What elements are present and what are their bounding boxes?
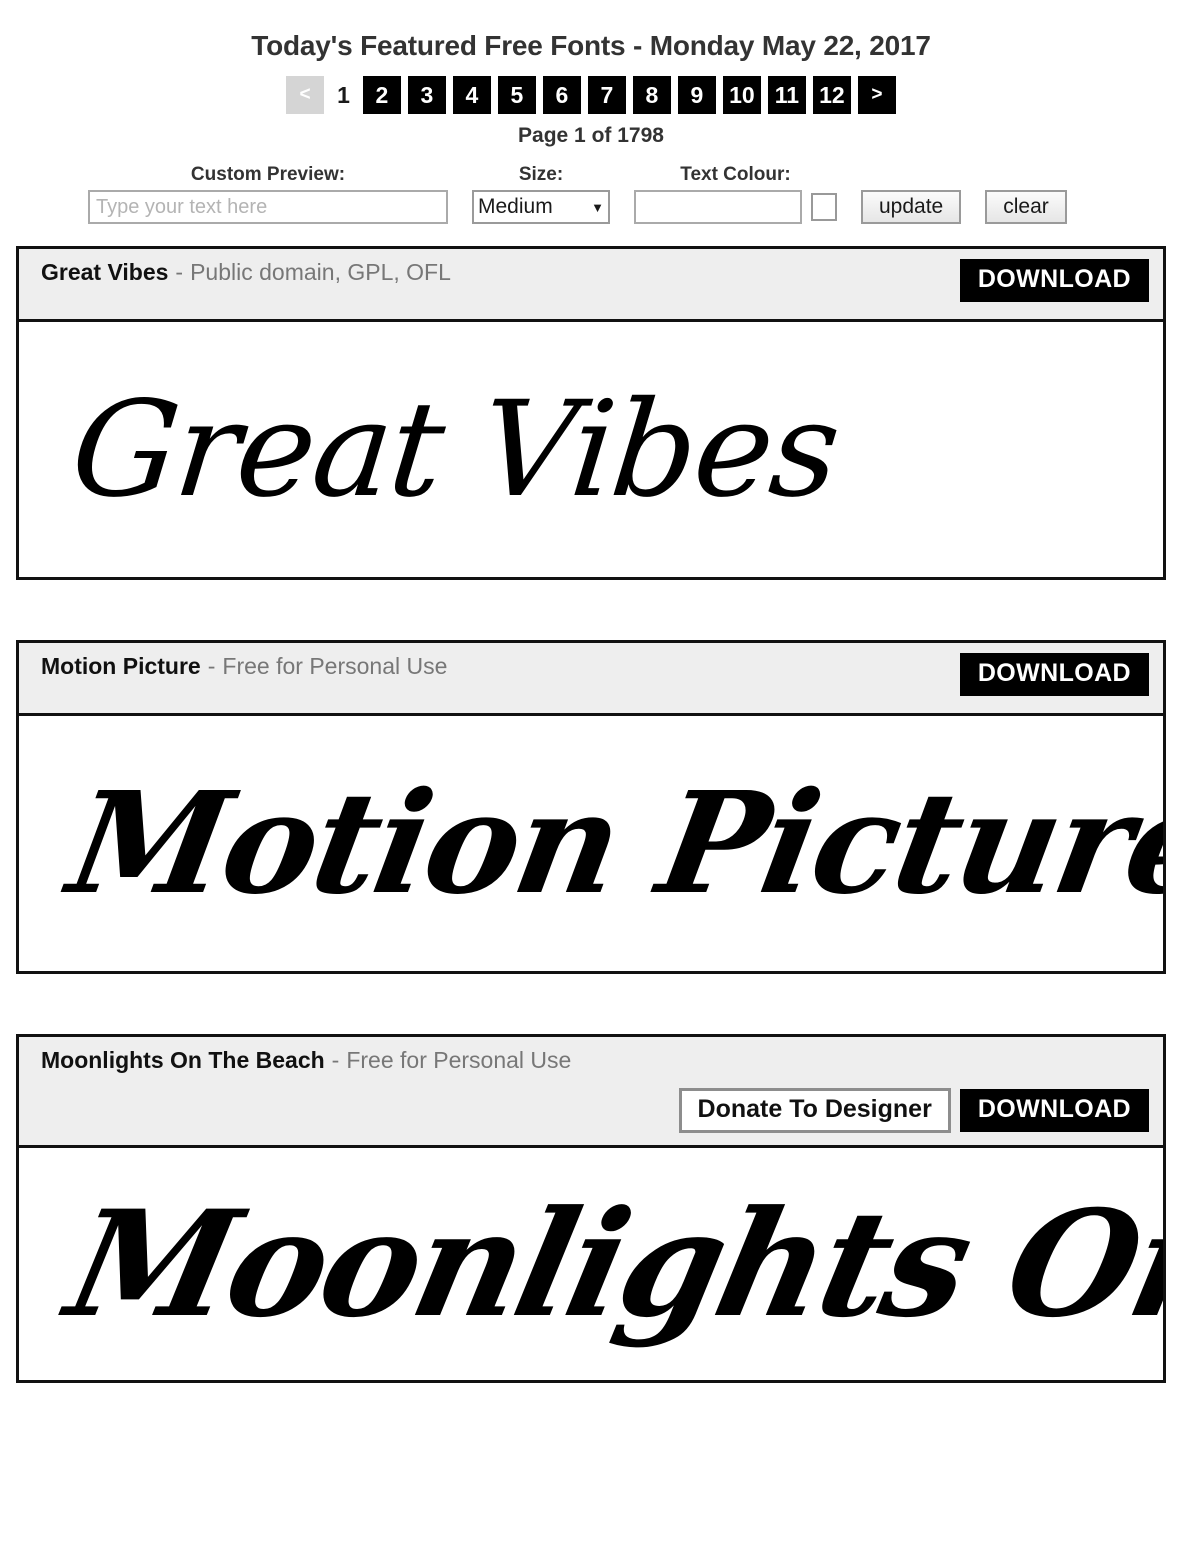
- font-card-actions: DOWNLOAD: [959, 653, 1149, 696]
- font-preview-text: Motion Picture: [58, 761, 1163, 926]
- pagination-current-page: 1: [337, 81, 350, 108]
- font-card-header: Great Vibes - Public domain, GPL, OFL DO…: [19, 249, 1163, 322]
- pagination-page-11[interactable]: 11: [767, 76, 806, 114]
- clear-button[interactable]: clear: [985, 190, 1067, 224]
- pagination-page-9[interactable]: 9: [677, 76, 716, 114]
- pagination-page-4[interactable]: 4: [452, 76, 491, 114]
- font-preview-area: Motion Picture: [19, 716, 1163, 971]
- font-card-header: Motion Picture - Free for Personal Use D…: [19, 643, 1163, 716]
- colour-swatch[interactable]: [811, 193, 837, 221]
- download-button[interactable]: DOWNLOAD: [959, 259, 1149, 302]
- download-button[interactable]: DOWNLOAD: [959, 1089, 1149, 1132]
- custom-preview-group: Custom Preview:: [88, 164, 448, 224]
- font-preview-text: Great Vibes: [64, 372, 846, 527]
- font-separator: -: [207, 653, 216, 679]
- font-preview-area: Great Vibes: [19, 322, 1163, 577]
- custom-preview-label: Custom Preview:: [190, 164, 346, 185]
- text-colour-input[interactable]: [634, 190, 802, 224]
- download-button[interactable]: DOWNLOAD: [959, 653, 1149, 696]
- page-title: Today's Featured Free Fonts - Monday May…: [251, 30, 931, 61]
- font-preview-area: Moonlights On The Beach: [19, 1148, 1163, 1380]
- pagination-page-3[interactable]: 3: [407, 76, 446, 114]
- update-button[interactable]: update: [861, 190, 962, 224]
- pagination-page-5[interactable]: 5: [497, 76, 536, 114]
- font-card-header: Moonlights On The Beach - Free for Perso…: [19, 1037, 1163, 1148]
- font-licence: Public domain, GPL, OFL: [190, 259, 451, 285]
- size-label: Size:: [518, 164, 564, 185]
- pagination-prev-button[interactable]: <: [286, 76, 325, 114]
- custom-preview-input[interactable]: [88, 190, 448, 224]
- font-card: Moonlights On The Beach - Free for Perso…: [16, 1034, 1166, 1383]
- pagination-next-button[interactable]: >: [857, 76, 896, 114]
- font-name: Great Vibes: [41, 259, 169, 285]
- pagination-page-12[interactable]: 12: [812, 76, 851, 114]
- pagination-page-2[interactable]: 2: [362, 76, 401, 114]
- size-select[interactable]: Medium ▼: [472, 190, 610, 224]
- pagination-page-8[interactable]: 8: [632, 76, 671, 114]
- pagination-page-10[interactable]: 10: [722, 76, 761, 114]
- font-preview-text: Moonlights On The Beach: [54, 1178, 1163, 1350]
- font-licence: Free for Personal Use: [346, 1047, 572, 1073]
- font-separator: -: [175, 259, 184, 285]
- font-card: Motion Picture - Free for Personal Use D…: [16, 640, 1166, 974]
- size-group: Size: Medium ▼: [472, 164, 610, 224]
- preview-controls: Custom Preview: Size: Medium ▼ Text Colo…: [0, 164, 1182, 224]
- text-colour-row: [634, 190, 837, 224]
- pagination: < 1 2 3 4 5 6 7 8 9 10 11 12 >: [0, 76, 1182, 114]
- size-select-value: Medium: [478, 195, 553, 218]
- text-colour-group: Text Colour:: [634, 164, 837, 224]
- font-separator: -: [331, 1047, 340, 1073]
- donate-to-designer-button[interactable]: Donate To Designer: [678, 1088, 951, 1133]
- page-counter: Page 1 of 1798: [518, 124, 664, 147]
- chevron-down-icon: ▼: [591, 199, 604, 215]
- pagination-page-7[interactable]: 7: [587, 76, 626, 114]
- font-card-actions: DOWNLOAD: [959, 259, 1149, 302]
- font-card-actions: Donate To Designer DOWNLOAD: [41, 1088, 1149, 1133]
- font-name: Moonlights On The Beach: [41, 1047, 325, 1073]
- pagination-page-6[interactable]: 6: [542, 76, 581, 114]
- font-card: Great Vibes - Public domain, GPL, OFL DO…: [16, 246, 1166, 580]
- font-licence: Free for Personal Use: [222, 653, 448, 679]
- text-colour-label: Text Colour:: [680, 164, 791, 185]
- font-card-title: Moonlights On The Beach - Free for Perso…: [41, 1047, 1149, 1074]
- font-name: Motion Picture: [41, 653, 201, 679]
- font-list: Great Vibes - Public domain, GPL, OFL DO…: [0, 246, 1182, 1383]
